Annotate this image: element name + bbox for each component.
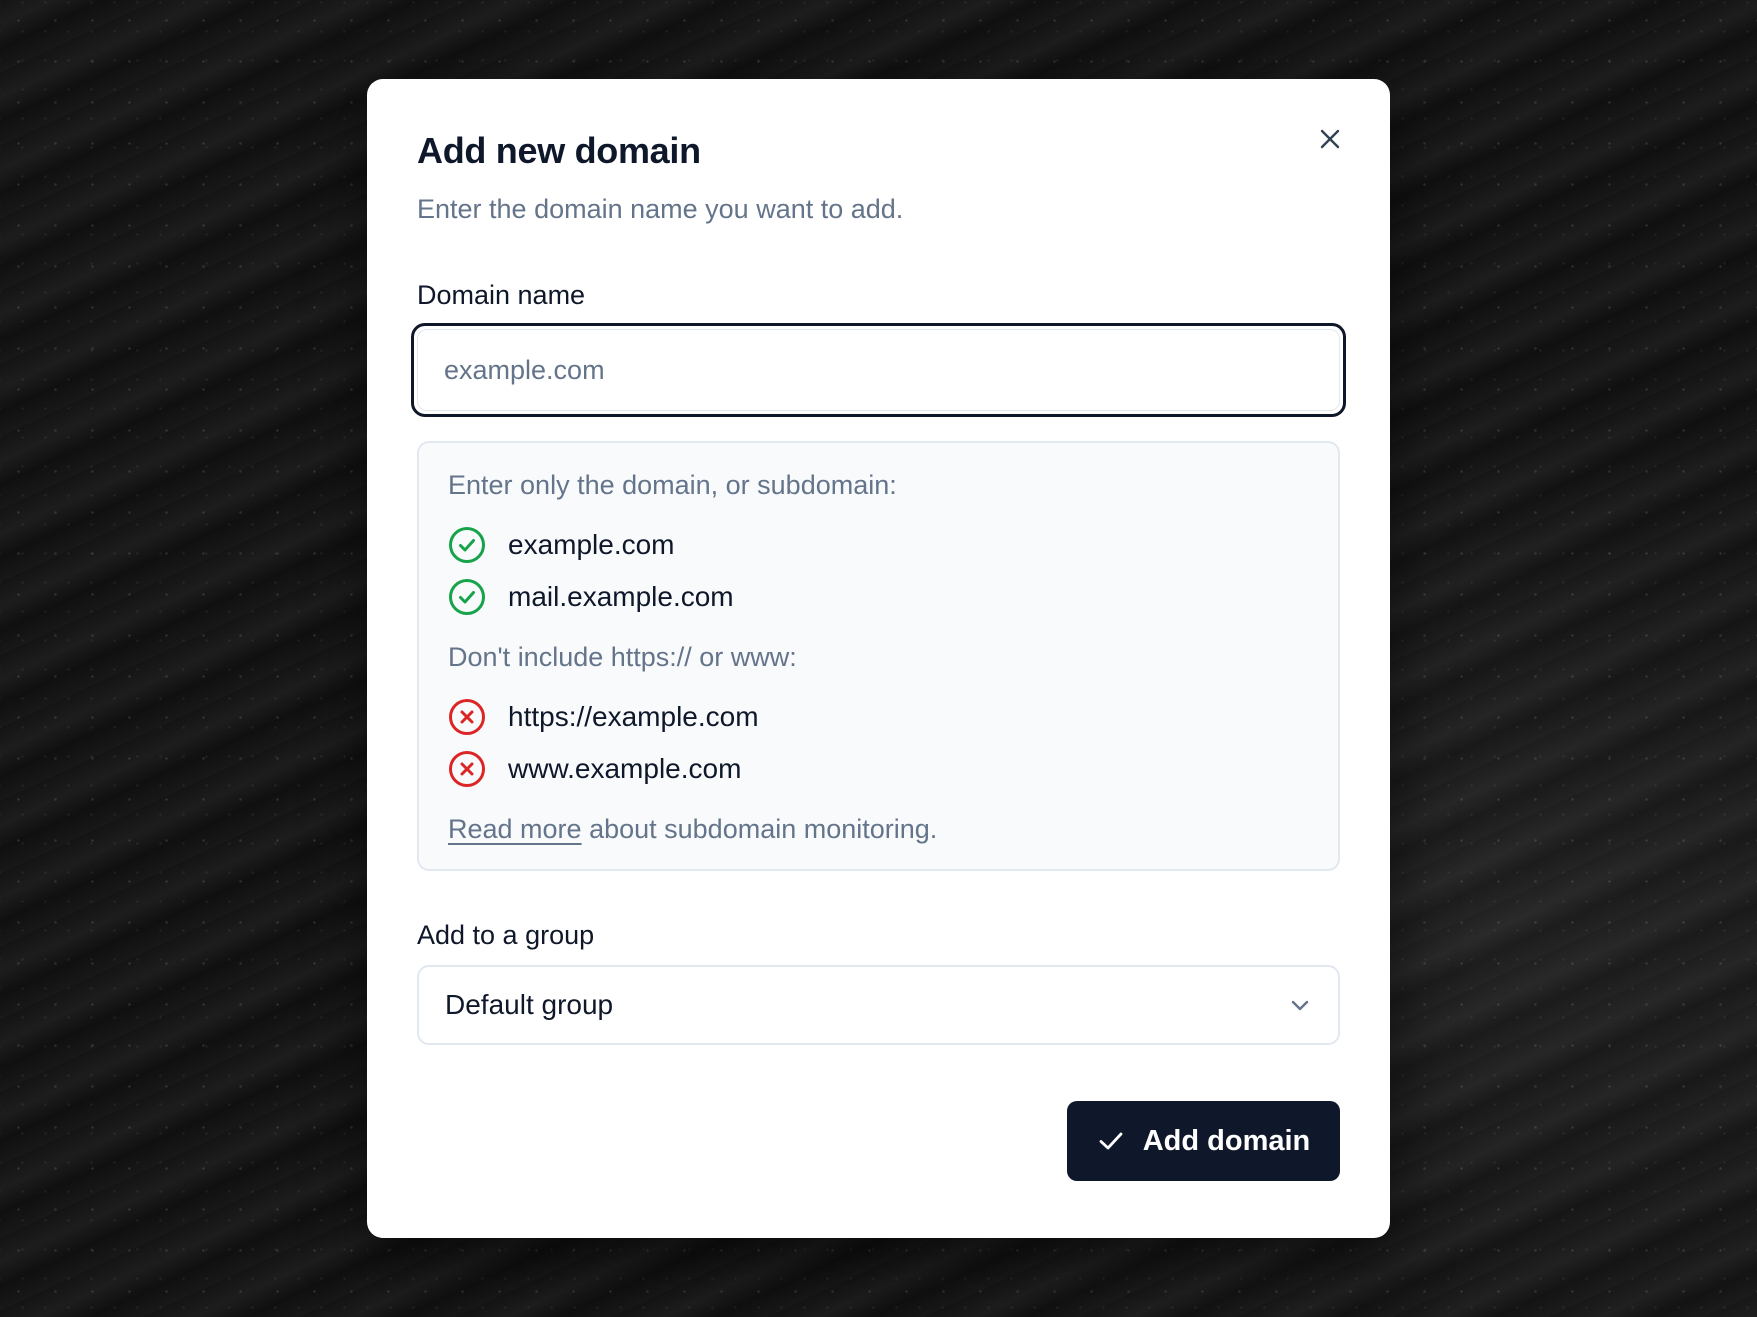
allowed-hint-heading: Enter only the domain, or subdomain: <box>448 470 897 500</box>
group-select[interactable]: Default group <box>417 965 1340 1045</box>
domain-name-label: Domain name <box>417 280 586 310</box>
read-more-link[interactable]: Read more <box>448 814 582 844</box>
list-item: https://example.com <box>448 691 1309 743</box>
x-circle-icon <box>449 751 485 787</box>
check-circle-icon <box>449 579 485 615</box>
disallowed-example-text: www.example.com <box>508 753 742 784</box>
close-icon <box>1320 129 1340 149</box>
disallowed-example-text: https://example.com <box>508 701 759 732</box>
disallowed-hint-heading: Don't include https:// or www: <box>448 642 797 672</box>
x-circle-icon <box>449 699 485 735</box>
check-icon <box>1099 1132 1123 1150</box>
domain-hints-panel: Enter only the domain, or subdomain: exa… <box>417 441 1340 871</box>
check-circle-icon <box>449 527 485 563</box>
group-select-value: Default group <box>445 989 614 1020</box>
dialog-subtitle: Enter the domain name you want to add. <box>417 194 904 224</box>
list-item: example.com <box>448 519 1309 571</box>
list-item: www.example.com <box>448 743 1309 795</box>
disallowed-examples-list: https://example.com www.example.com <box>448 691 1309 795</box>
allowed-example-text: mail.example.com <box>508 581 734 612</box>
allowed-example-text: example.com <box>508 529 675 560</box>
allowed-examples-list: example.com mail.example.com <box>448 519 1309 623</box>
add-domain-button-label: Add domain <box>1142 1124 1311 1157</box>
read-more-suffix: about subdomain monitoring. <box>581 814 938 844</box>
dialog-footer: Add domain <box>417 1101 1340 1181</box>
list-item: mail.example.com <box>448 571 1309 623</box>
add-domain-dialog: Add new domain Enter the domain name you… <box>367 79 1390 1238</box>
add-domain-button[interactable]: Add domain <box>1067 1101 1340 1181</box>
group-label: Add to a group <box>417 920 595 950</box>
domain-name-input[interactable] <box>417 329 1340 411</box>
dialog-title: Add new domain <box>417 130 701 171</box>
close-button[interactable] <box>1310 119 1350 159</box>
domain-input-focus-ring <box>411 323 1346 417</box>
chevron-down-icon <box>1291 1000 1309 1011</box>
read-more-line: Read more about subdomain monitoring. <box>448 811 1309 847</box>
